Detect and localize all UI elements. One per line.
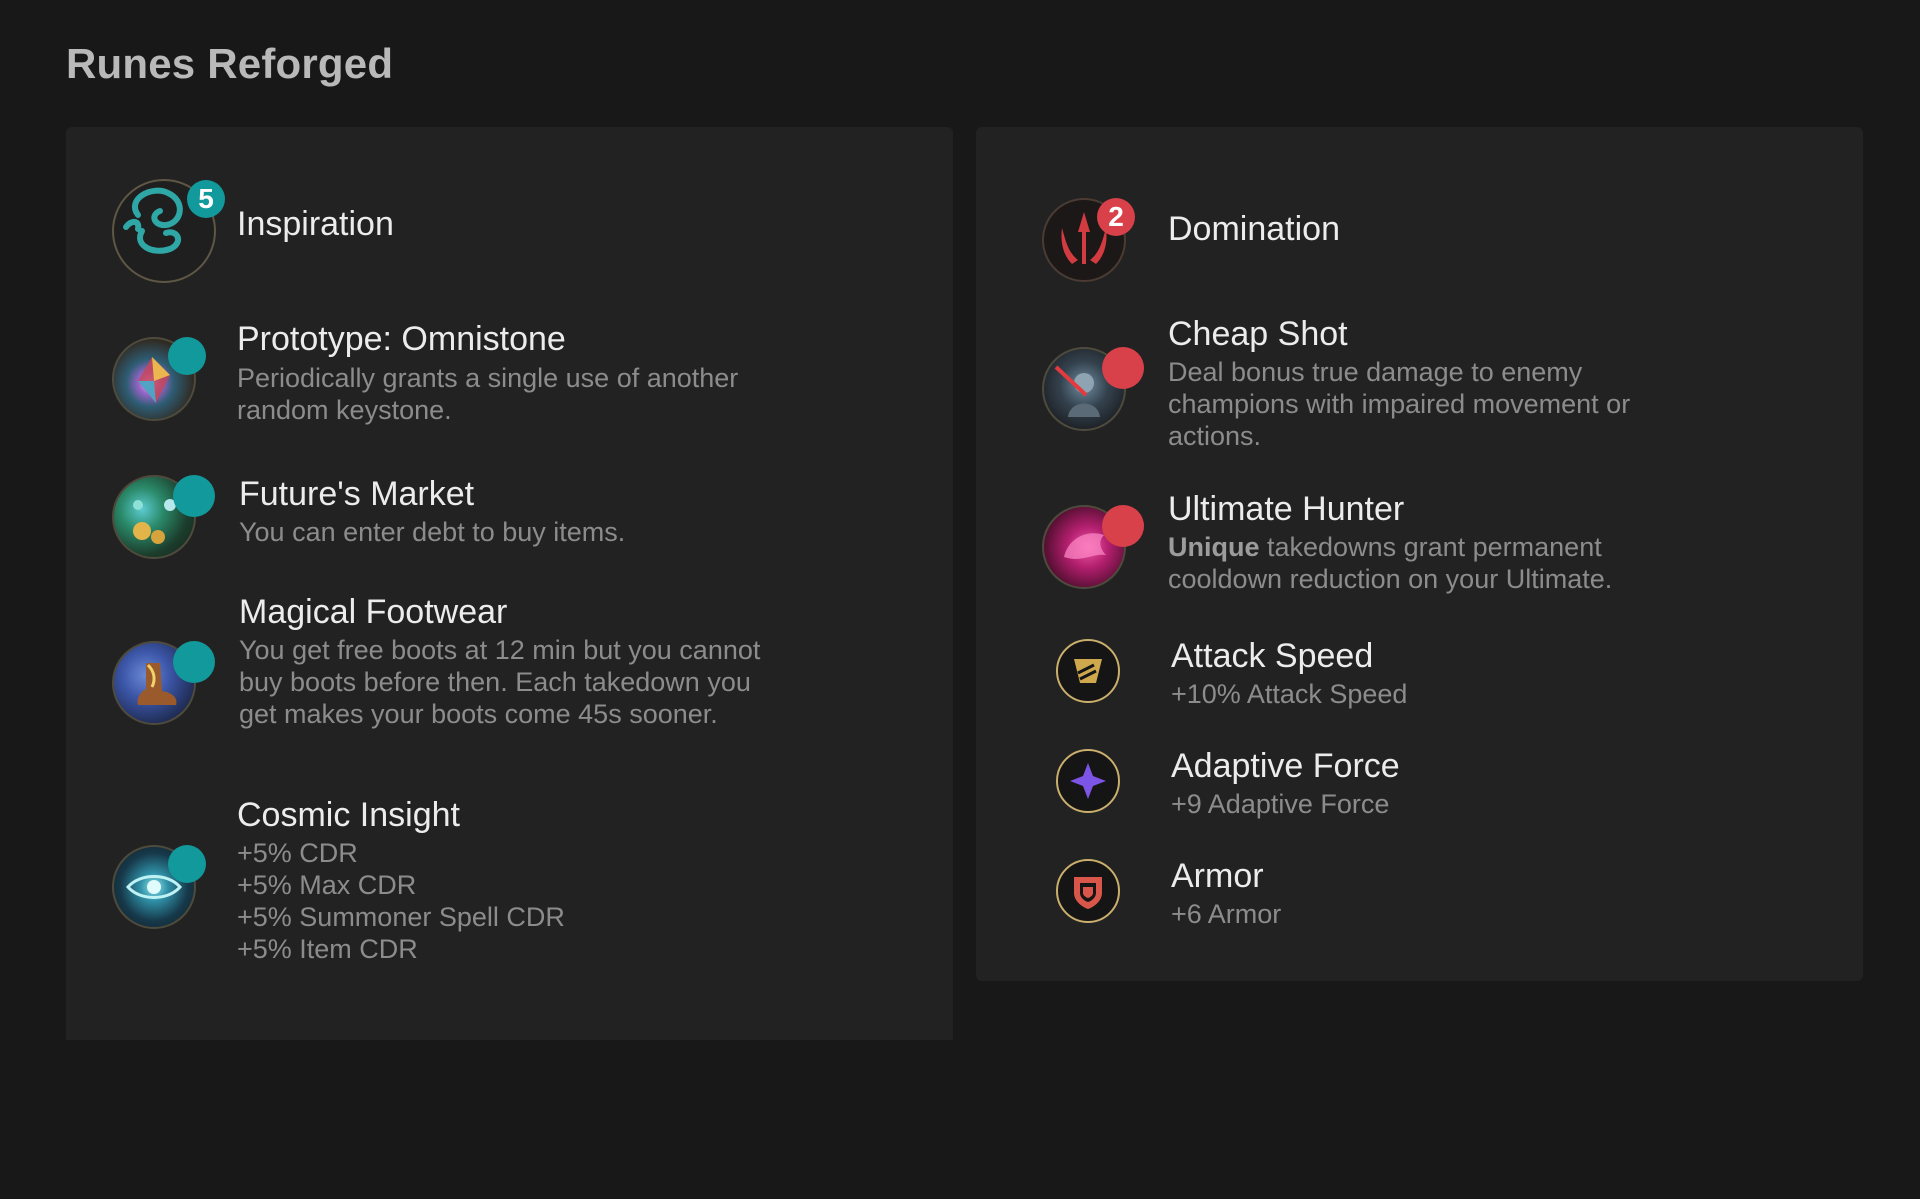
selected-indicator xyxy=(173,475,215,517)
rune-name: Future's Market xyxy=(239,475,475,513)
shard-name: Adaptive Force xyxy=(1171,747,1400,785)
attack-speed-icon xyxy=(1056,639,1120,703)
rune-description: You get free boots at 12 min but you can… xyxy=(239,635,761,729)
stat-line: +5% Item CDR xyxy=(237,934,418,964)
stat-line: +5% Max CDR xyxy=(237,870,417,900)
shard-value: +6 Armor xyxy=(1171,899,1282,929)
rune-description: Unique takedowns grant permanent cooldow… xyxy=(1168,532,1613,594)
selected-indicator xyxy=(173,641,215,683)
rune-description: You can enter debt to buy items. xyxy=(239,517,626,547)
tree-rune-count-badge: 2 xyxy=(1097,198,1135,236)
rune-name: Prototype: Omnistone xyxy=(237,320,566,358)
stat-line: +5% Summoner Spell CDR xyxy=(237,902,565,932)
selected-indicator xyxy=(1102,347,1144,389)
shard-value: +9 Adaptive Force xyxy=(1171,789,1390,819)
page-title: Runes Reforged xyxy=(66,40,394,87)
rune-name: Ultimate Hunter xyxy=(1168,490,1405,528)
primary-tree-name: Inspiration xyxy=(237,205,394,243)
adaptive-force-icon xyxy=(1056,749,1120,813)
rune-name: Cheap Shot xyxy=(1168,315,1348,353)
rune-description: Deal bonus true damage to enemy champion… xyxy=(1168,357,1631,451)
rune-description: Periodically grants a single use of anot… xyxy=(237,363,739,425)
rune-name: Magical Footwear xyxy=(239,593,508,631)
shard-name: Attack Speed xyxy=(1171,637,1374,675)
unique-keyword: Unique xyxy=(1168,532,1260,562)
rune-name: Cosmic Insight xyxy=(237,796,460,834)
armor-icon xyxy=(1056,859,1120,923)
rune-description: +5% CDR +5% Max CDR +5% Summoner Spell C… xyxy=(237,837,777,965)
stat-line: +5% CDR xyxy=(237,838,358,868)
selected-indicator xyxy=(1102,505,1144,547)
secondary-tree-name: Domination xyxy=(1168,210,1340,248)
selected-indicator xyxy=(168,337,206,375)
shard-name: Armor xyxy=(1171,857,1264,895)
selected-indicator xyxy=(168,845,206,883)
shard-value: +10% Attack Speed xyxy=(1171,679,1408,709)
tree-rune-count-badge: 5 xyxy=(187,180,225,218)
